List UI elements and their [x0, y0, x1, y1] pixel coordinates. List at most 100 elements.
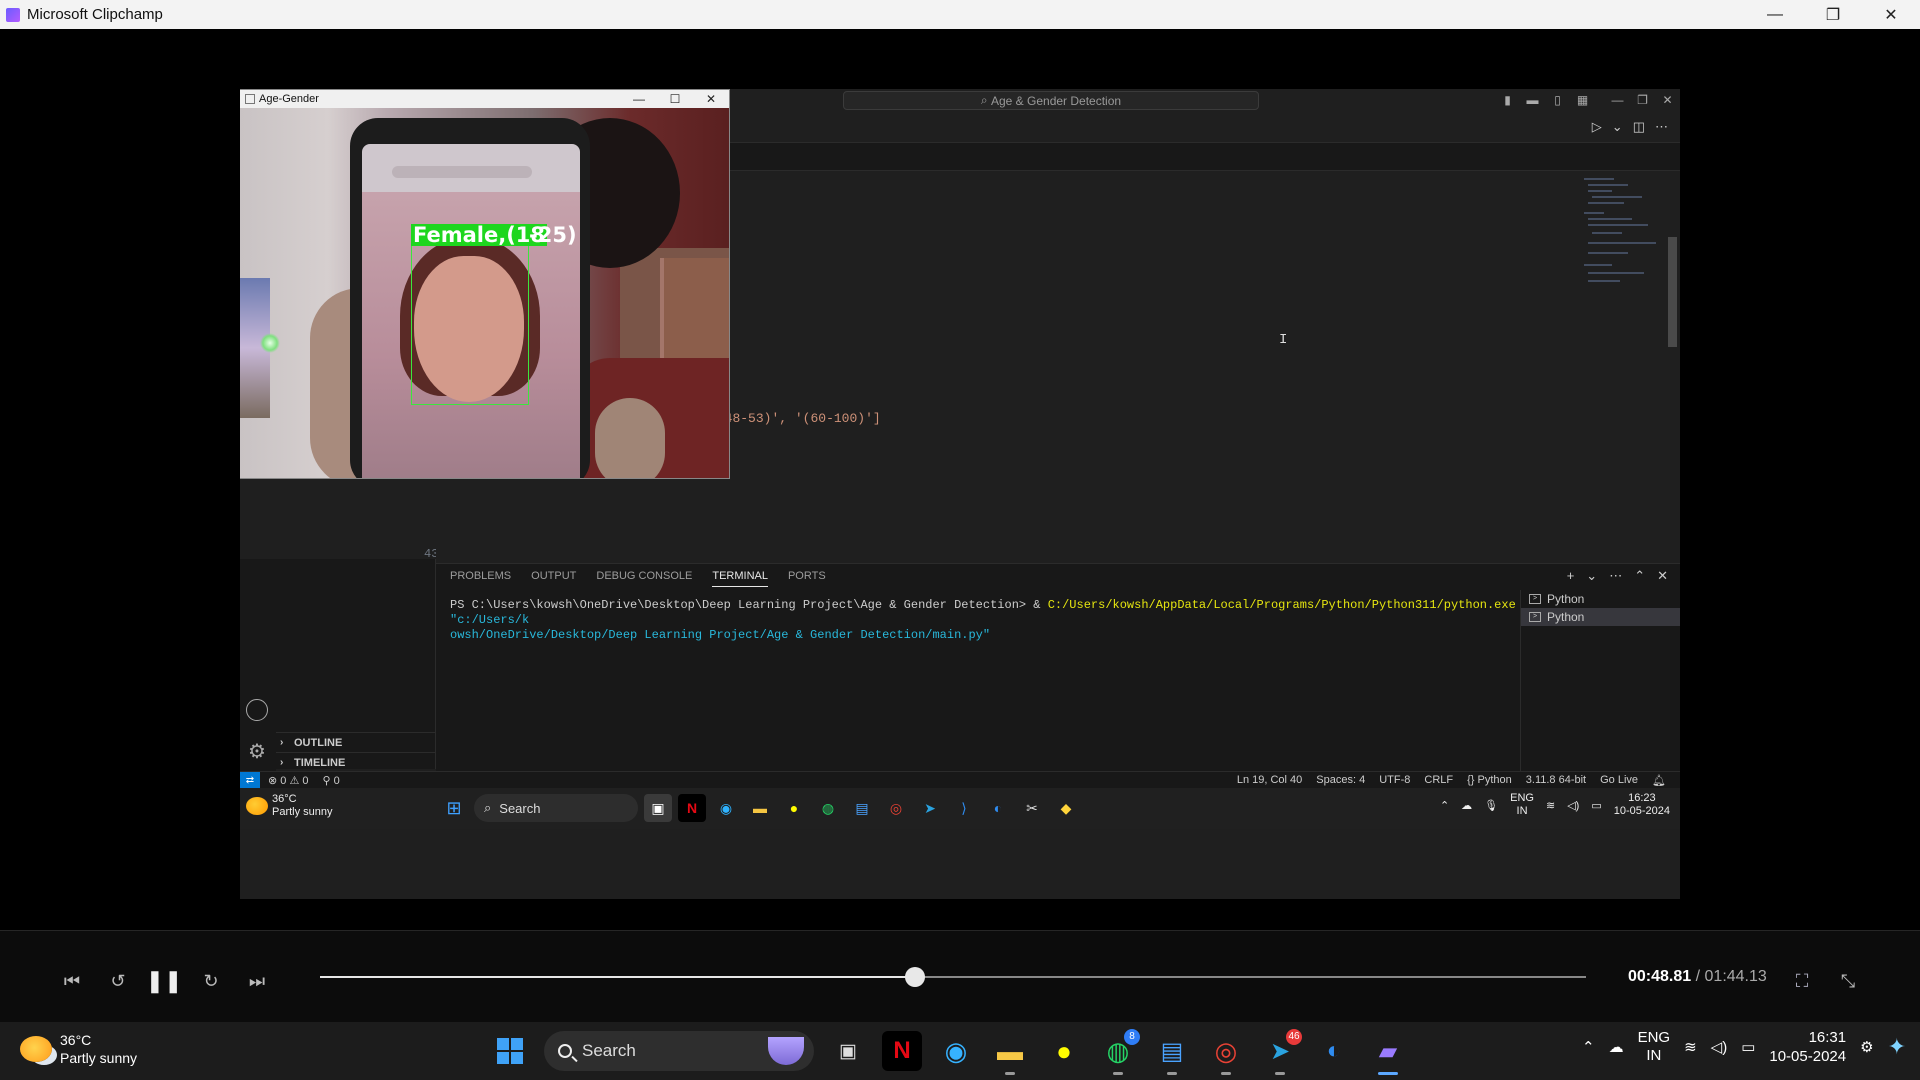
- terminal-item-label: Python: [1547, 592, 1585, 606]
- task-view-icon: ▣: [839, 1040, 857, 1062]
- playback-controls: ⏮︎ ↺ ❚❚ ↻ ⏭︎ 00:48.81 / 01:44.13 ⛶ ⤡: [0, 930, 1920, 1022]
- timeline-played: [320, 976, 915, 978]
- copilot-icon[interactable]: ✦: [1888, 1034, 1906, 1060]
- terminal-item-python[interactable]: > Python: [1521, 590, 1680, 608]
- netflix-button[interactable]: N: [882, 1031, 922, 1071]
- close-panel-icon[interactable]: ✕: [1657, 568, 1668, 584]
- search-icon: ⌕: [980, 93, 991, 107]
- tab-terminal[interactable]: TERMINAL: [712, 570, 768, 587]
- skip-to-start-icon[interactable]: ⏮︎: [56, 965, 88, 997]
- indentation[interactable]: Spaces: 4: [1316, 774, 1365, 787]
- terminal-icon: >: [1529, 594, 1541, 604]
- taskbar-search[interactable]: Search: [544, 1031, 814, 1071]
- pause-icon[interactable]: ❚❚: [146, 965, 183, 997]
- split-editor-icon: ◫: [1632, 119, 1645, 134]
- language-mode[interactable]: {} Python: [1467, 774, 1512, 787]
- snapshot-icon[interactable]: ⛶: [1786, 965, 1818, 997]
- maximize-panel-icon[interactable]: ⌃: [1634, 568, 1645, 584]
- edge-icon: ◉: [719, 799, 733, 816]
- clock[interactable]: 16:31 10-05-2024: [1769, 1028, 1846, 1066]
- recorded-weather: 36°C Partly sunny: [246, 793, 333, 819]
- file-explorer-button[interactable]: ▬: [990, 1031, 1030, 1075]
- remote-icon[interactable]: ⇄: [240, 772, 260, 789]
- clock-date: 10-05-2024: [1769, 1048, 1847, 1065]
- outline-section[interactable]: › OUTLINE: [276, 732, 436, 752]
- face-detection-box: [411, 245, 529, 405]
- line-ending[interactable]: CRLF: [1424, 774, 1453, 787]
- detection-label: Female,(18: [411, 223, 548, 247]
- playback-timeline[interactable]: [320, 967, 1586, 987]
- tab-debug-console[interactable]: DEBUG CONSOLE: [596, 570, 692, 587]
- weather-partly-sunny-icon: [20, 1036, 52, 1062]
- more-actions-icon[interactable]: ⋯: [1609, 568, 1622, 584]
- skip-to-end-icon[interactable]: ⏭︎: [241, 965, 273, 997]
- problems-status[interactable]: ⊗ 0 ⚠ 0: [268, 774, 309, 787]
- add-terminal-icon[interactable]: +: [1567, 568, 1575, 584]
- folder-icon: ▬: [997, 1035, 1023, 1066]
- editor-minimap: [1580, 172, 1660, 302]
- terminal-output[interactable]: PS C:\Users\kowsh\OneDrive\Desktop\Deep …: [450, 598, 1530, 643]
- tab-problems[interactable]: PROBLEMS: [450, 570, 511, 587]
- close-button[interactable]: ✕: [1862, 0, 1920, 29]
- vscode-search-text: Age & Gender Detection: [990, 93, 1122, 108]
- remote-desktop-button[interactable]: ◐: [1314, 1031, 1354, 1071]
- editor-scrollbar[interactable]: [1668, 237, 1677, 347]
- go-live[interactable]: Go Live: [1600, 774, 1638, 787]
- edge-button[interactable]: ◉: [936, 1031, 976, 1071]
- vscode-statusbar: ⇄ ⊗ 0 ⚠ 0 ⚲ 0 Ln 19, Col 40 Spaces: 4 UT…: [240, 771, 1680, 789]
- panel-actions: + ⌄ ⋯ ⌃ ✕: [1567, 568, 1668, 584]
- whatsapp-icon: ◍: [821, 799, 835, 816]
- notifications-icon[interactable]: 🔔︎: [1652, 774, 1666, 787]
- chrome-button[interactable]: ◎: [1206, 1031, 1246, 1075]
- timeline-label: TIMELINE: [294, 756, 346, 769]
- input-language[interactable]: ENG IN: [1638, 1029, 1671, 1065]
- account-icon[interactable]: [246, 699, 268, 721]
- tab-output[interactable]: OUTPUT: [531, 570, 576, 587]
- chevron-up-icon[interactable]: ⌃: [1582, 1038, 1595, 1056]
- minimize-button[interactable]: —: [1746, 0, 1804, 29]
- snapchat-button[interactable]: ●: [1044, 1031, 1084, 1071]
- whatsapp-button[interactable]: ◍ 8: [1098, 1029, 1140, 1075]
- volume-icon[interactable]: ◁): [1711, 1038, 1728, 1056]
- wifi-icon[interactable]: ≋: [1684, 1038, 1697, 1056]
- toggle-panel-icon: ▬: [1526, 93, 1539, 107]
- terminal-item-python[interactable]: > Python: [1521, 608, 1680, 626]
- toggle-secondary-sidebar-icon: ▯: [1554, 93, 1561, 107]
- windows-taskbar: 36°C Partly sunny Search ▣ N ◉ ▬ ● ◍ 8 ▤ …: [0, 1022, 1920, 1080]
- encoding[interactable]: UTF-8: [1379, 774, 1410, 787]
- timecode: 00:48.81 / 01:44.13: [1628, 968, 1767, 985]
- exit-fullscreen-icon[interactable]: ⤡: [1832, 965, 1864, 997]
- clipchamp-button[interactable]: ▰: [1368, 1031, 1408, 1075]
- restore-button[interactable]: ❐: [1804, 0, 1862, 29]
- settings-gear-icon[interactable]: ⚙: [248, 739, 266, 764]
- notification-settings-icon[interactable]: ⚙: [1860, 1038, 1873, 1056]
- search-icon: [558, 1044, 572, 1058]
- forward-5s-icon[interactable]: ↻: [195, 965, 227, 997]
- battery-icon: ▭: [1591, 799, 1602, 812]
- timeline-scrubber[interactable]: [904, 967, 925, 987]
- start-button[interactable]: [490, 1031, 530, 1071]
- text-cursor-icon: I: [1279, 332, 1288, 348]
- tab-ports[interactable]: PORTS: [788, 570, 826, 587]
- ag-minimize-icon: —: [633, 92, 645, 106]
- weather-widget[interactable]: 36°C Partly sunny: [20, 1031, 137, 1067]
- python-version[interactable]: 3.11.8 64-bit: [1526, 774, 1586, 787]
- onedrive-icon[interactable]: ☁: [1609, 1038, 1624, 1056]
- chevron-down-icon[interactable]: ⌄: [1586, 568, 1597, 584]
- terminal-list: > Python > Python: [1520, 590, 1680, 772]
- customize-layout-icon: ▦: [1576, 93, 1589, 107]
- weather-sun-icon: [246, 797, 268, 815]
- ports-status[interactable]: ⚲ 0: [323, 774, 340, 787]
- recorded-taskbar: 36°C Partly sunny ⊞ ⌕ Search ▣ N ◉ ▬ ● ◍ …: [240, 788, 1680, 829]
- telegram-button[interactable]: ➤ 46: [1260, 1029, 1302, 1075]
- notepad-button[interactable]: ▤: [1152, 1031, 1192, 1075]
- notepad-icon: ▤: [855, 799, 869, 816]
- battery-icon[interactable]: ▭: [1741, 1038, 1755, 1056]
- window-title: Microsoft Clipchamp: [27, 6, 163, 23]
- telegram-icon: ➤: [924, 799, 936, 816]
- ag-maximize-icon: ☐: [669, 92, 681, 106]
- rewind-5s-icon[interactable]: ↺: [102, 965, 134, 997]
- timeline-section[interactable]: › TIMELINE: [276, 752, 436, 772]
- task-view-button[interactable]: ▣: [828, 1031, 868, 1071]
- cursor-position[interactable]: Ln 19, Col 40: [1237, 774, 1302, 787]
